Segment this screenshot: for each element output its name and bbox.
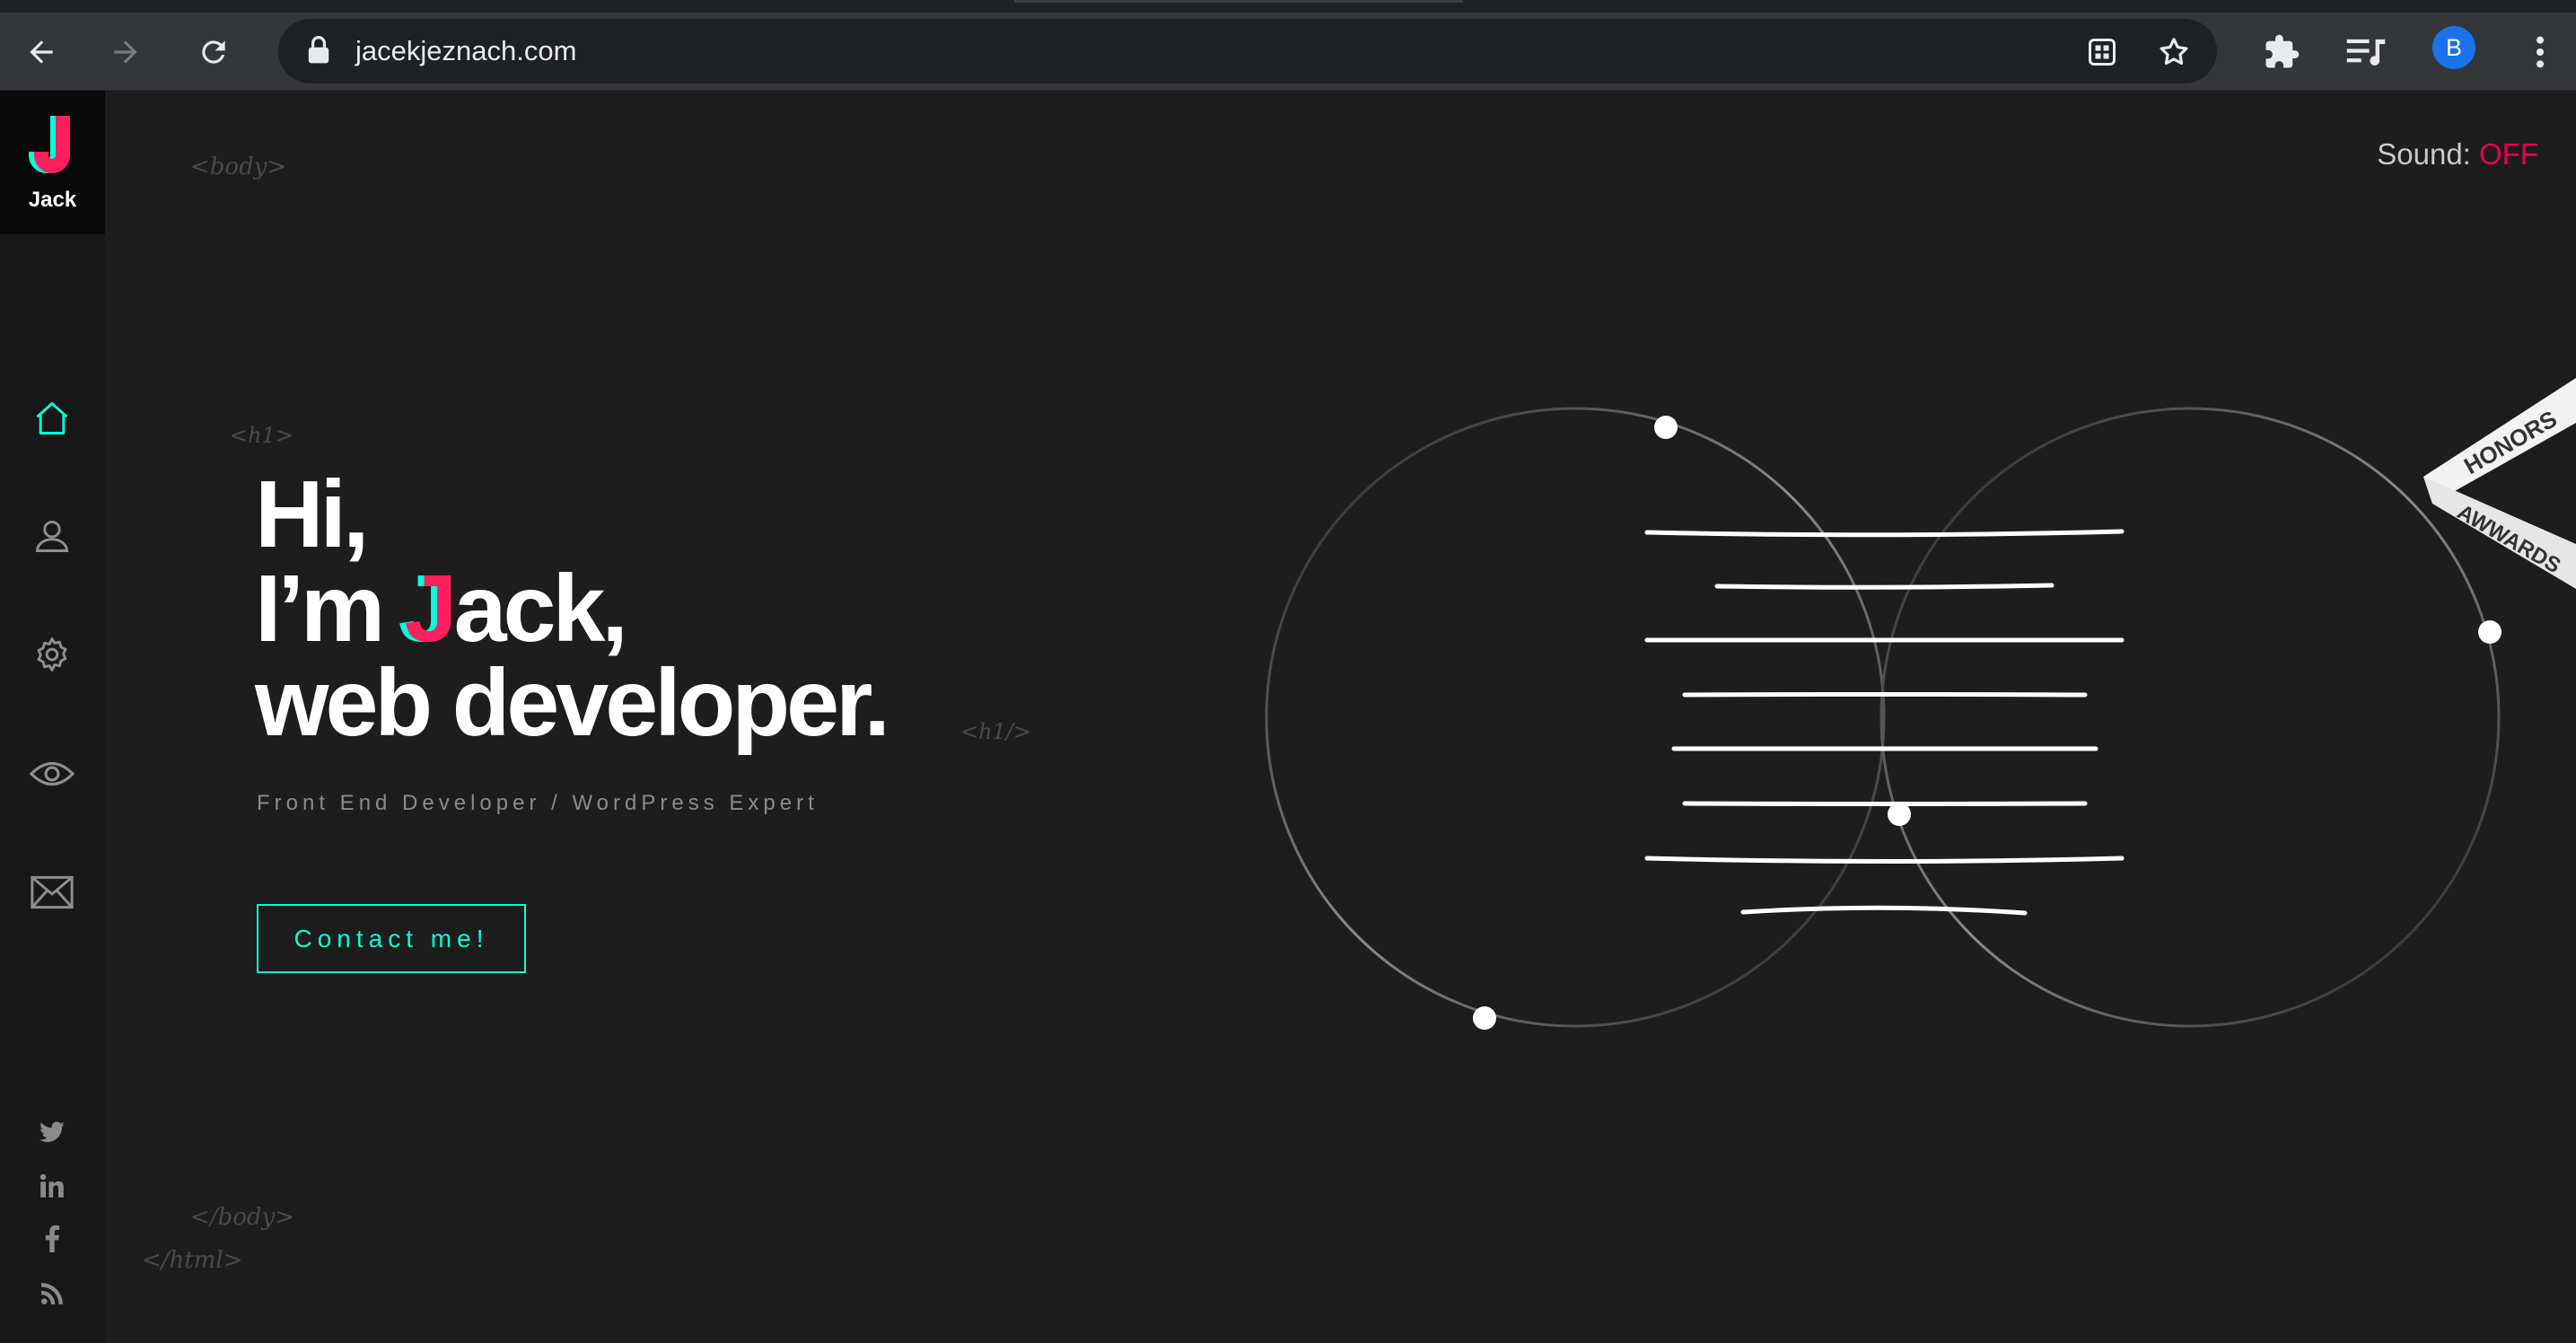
wave-line-8: [1740, 905, 2028, 916]
nav-contact[interactable]: [25, 865, 79, 919]
tag-body-open: <body>: [190, 154, 287, 180]
orbit-dot: [1654, 416, 1678, 439]
hero-line-2-suffix: ack,: [453, 556, 628, 662]
reload-button[interactable]: [187, 25, 241, 79]
left-orbit-circle: [1265, 407, 1886, 1028]
gear-icon: [37, 637, 67, 672]
hero-heading: Hi, I’m Jack, web developer.: [255, 461, 890, 756]
logo-j-mark: [29, 116, 70, 173]
awwwards-ribbon[interactable]: HONORS AWWARDS: [2414, 360, 2576, 611]
sound-state: OFF: [2479, 137, 2538, 171]
envelope-icon: [31, 875, 74, 909]
browser-toolbar: jacekjeznach.com B: [0, 13, 2576, 91]
linkedin-icon: [39, 1173, 64, 1198]
user-icon: [36, 520, 68, 552]
reload-icon: [202, 40, 225, 64]
forward-button[interactable]: [99, 25, 153, 79]
hero-j-letter: J: [404, 556, 458, 662]
facebook-icon: [45, 1225, 60, 1252]
puzzle-icon: [2265, 34, 2300, 68]
hero-line-2: I’m Jack,: [255, 556, 887, 662]
extensions-button[interactable]: [2255, 25, 2309, 79]
nav-work[interactable]: [25, 747, 79, 801]
logo-name: Jack: [28, 188, 77, 212]
contact-button[interactable]: Contact me!: [257, 904, 526, 973]
orbit-dot: [1888, 803, 1911, 826]
address-bar[interactable]: jacekjeznach.com: [278, 19, 2217, 83]
qr-grid-icon: [2089, 39, 2116, 66]
eye-icon: [30, 761, 74, 786]
rss-link[interactable]: [34, 1276, 70, 1312]
star-icon: [2160, 38, 2188, 66]
browser-menu-button[interactable]: [2513, 25, 2567, 79]
arrow-right-icon: [114, 40, 137, 64]
sound-label: Sound:: [2377, 137, 2471, 171]
tag-h1-open: <h1>: [230, 423, 294, 448]
tag-html-close: </html>: [142, 1247, 243, 1274]
wave-line-6: [1682, 801, 2088, 806]
back-button[interactable]: [14, 25, 68, 79]
page-viewport: Jack <body> <h1> <h1/> </body> </html> S…: [0, 91, 2576, 1343]
tab-search-button[interactable]: [2080, 30, 2125, 75]
kebab-menu-icon: [2537, 36, 2544, 68]
wave-line-1: [1644, 529, 2125, 538]
wave-line-7: [1644, 856, 2125, 864]
active-tab-indicator: [1014, 0, 1463, 3]
tab-strip: [0, 0, 2576, 13]
nav-about[interactable]: [25, 509, 79, 563]
orbit-dot: [2478, 620, 2502, 644]
hero-line-2-prefix: I’m: [255, 556, 405, 662]
twitter-link[interactable]: [34, 1114, 70, 1150]
twitter-icon: [39, 1121, 65, 1143]
wave-line-4: [1682, 692, 2088, 698]
nav-home[interactable]: [25, 391, 79, 445]
home-icon: [36, 402, 68, 434]
facebook-link[interactable]: [34, 1221, 70, 1257]
sound-toggle[interactable]: Sound: OFF: [2377, 137, 2538, 171]
lock-icon: [308, 36, 329, 64]
bookmark-button[interactable]: [2151, 30, 2196, 75]
arrow-left-icon: [30, 40, 53, 64]
tag-h1-close: <h1/>: [960, 719, 1032, 744]
sidebar: Jack: [0, 91, 105, 1343]
right-orbit-circle: [1879, 407, 2501, 1028]
orbit-dot: [1473, 1006, 1496, 1030]
url-text[interactable]: jacekjeznach.com: [355, 35, 576, 67]
tag-body-close: </body>: [190, 1204, 294, 1231]
hero-line-3: web developer.: [255, 650, 890, 756]
queue-music-icon: [2346, 39, 2386, 66]
wave-line-2: [1714, 583, 2055, 590]
linkedin-link[interactable]: [34, 1168, 70, 1204]
ribbon-top-text: HONORS: [2459, 405, 2562, 479]
hero-subtitle: Front End Developer / WordPress Expert: [257, 791, 819, 815]
site-logo[interactable]: Jack: [0, 91, 105, 234]
nav-skills[interactable]: [25, 628, 79, 681]
profile-avatar[interactable]: B: [2432, 26, 2475, 69]
rss-icon: [41, 1283, 63, 1304]
media-control-button[interactable]: [2339, 25, 2393, 79]
hero-line-1: Hi,: [255, 461, 369, 567]
